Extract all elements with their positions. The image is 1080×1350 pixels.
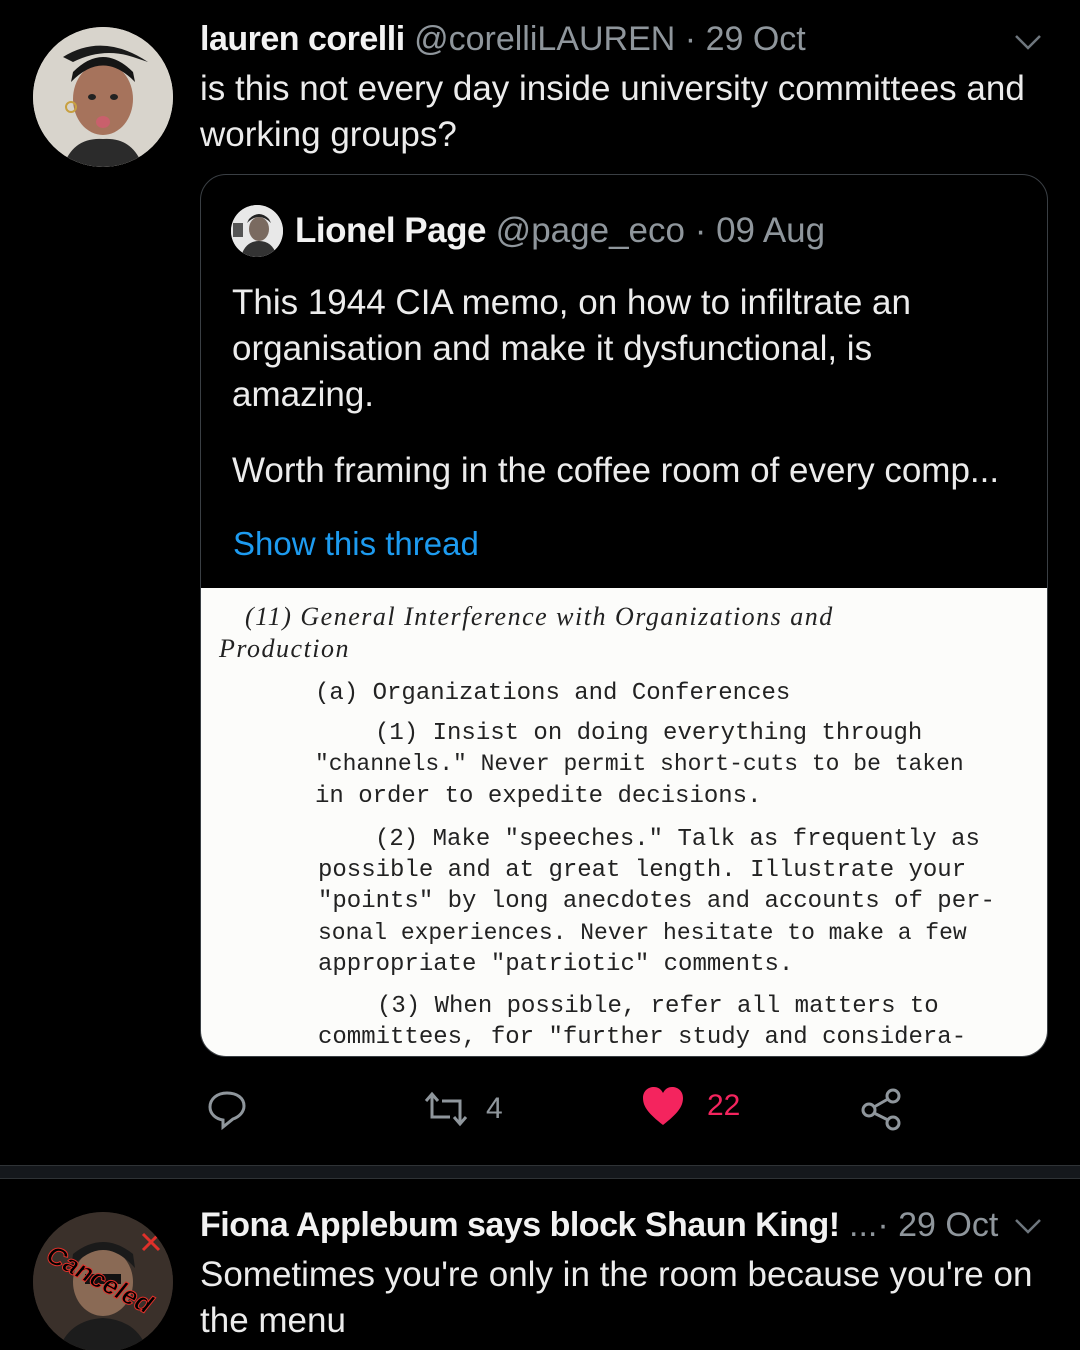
avatar-photo-icon [33,27,173,167]
separator-dot: · [877,1206,889,1244]
quoted-tweet-date[interactable]: 09 Aug [716,211,825,251]
like-button[interactable]: 22 [641,1085,740,1127]
quoted-author-name[interactable]: Lionel Page [295,211,486,251]
show-thread-link[interactable]: Show this thread [233,525,479,563]
separator-dot: · [684,20,697,58]
memo-line: (a) Organizations and Conferences [315,680,791,707]
tweet-text-line: Sometimes you're only in the room becaus… [200,1255,1033,1294]
user-avatar[interactable] [33,27,173,167]
tweet-text-line: is this not every day inside university … [200,69,1025,108]
quoted-tweet[interactable]: Lionel Page @page_eco · 09 Aug This 1944… [200,174,1048,1057]
tweet-text-line: the menu [200,1301,346,1340]
author-name[interactable]: Fiona Applebum says block Shaun King! [200,1206,840,1244]
heart-icon [643,1087,683,1125]
user-avatar[interactable]: Canceled [33,1212,173,1350]
memo-image[interactable]: (11) General Interference with Organizat… [201,588,1047,1056]
memo-line: (3) When possible, refer all matters to [377,993,939,1020]
quoted-author-handle[interactable]: @page_eco [496,211,685,251]
memo-line: (11) General Interference with Organizat… [245,602,834,631]
memo-line: appropriate "patriotic" comments. [318,951,794,978]
retweet-button[interactable]: 4 [420,1087,503,1131]
tweet-text: is this not every day inside university … [200,66,1050,158]
quoted-tweet-header: Lionel Page @page_eco · 09 Aug [231,205,825,257]
name-ellipsis: ... [849,1206,878,1244]
retweet-icon [424,1091,468,1127]
tweet-header: Fiona Applebum says block Shaun King! ..… [200,1206,998,1245]
author-handle[interactable]: @corelliLAUREN [414,20,675,58]
quoted-text-line: organisation and make it dysfunctional, … [232,329,873,368]
memo-line: sonal experiences. Never hesitate to mak… [318,920,967,946]
tweet-date[interactable]: 29 Oct [898,1206,998,1244]
quoted-author-avatar[interactable] [231,205,283,257]
memo-line: "channels." Never permit short-cuts to b… [315,751,964,777]
author-name[interactable]: lauren corelli [200,20,405,58]
quoted-text-line: This 1944 CIA memo, on how to infiltrate… [232,283,911,322]
reply-icon [208,1091,246,1131]
quoted-text-line: Worth framing in the coffee room of ever… [232,451,1000,490]
quoted-tweet-text: This 1944 CIA memo, on how to infiltrate… [232,280,1032,494]
reply-button[interactable] [205,1087,249,1131]
memo-line: committees, for "further study and consi… [318,1024,967,1051]
memo-line: Production [219,634,351,663]
like-count: 22 [707,1089,741,1122]
tweet-actions: 4 22 [0,1085,1080,1135]
avatar-photo-icon: Canceled [33,1212,173,1350]
tweet-divider [0,1165,1080,1179]
tweet-text-line: working groups? [200,115,457,154]
memo-line: "points" by long anecdotes and accounts … [318,888,995,915]
tweet-header: lauren corelli @corelliLAUREN · 29 Oct [200,20,806,59]
memo-line: in order to expedite decisions. [315,783,762,810]
share-icon [861,1088,901,1131]
memo-line: possible and at great length. Illustrate… [318,857,967,884]
avatar-photo-icon [231,205,283,257]
memo-line: (1) Insist on doing everything through [375,720,923,747]
separator-dot: · [694,211,707,250]
quoted-text-line: amazing. [232,375,375,414]
tweet-text: Sometimes you're only in the room becaus… [200,1252,1050,1344]
retweet-count: 4 [486,1092,503,1125]
memo-line: (2) Make "speeches." Talk as frequently … [375,826,980,853]
share-button[interactable] [860,1087,904,1131]
tweet-date[interactable]: 29 Oct [706,20,806,58]
chevron-down-icon[interactable] [1010,24,1046,60]
chevron-down-icon[interactable] [1010,1208,1046,1244]
